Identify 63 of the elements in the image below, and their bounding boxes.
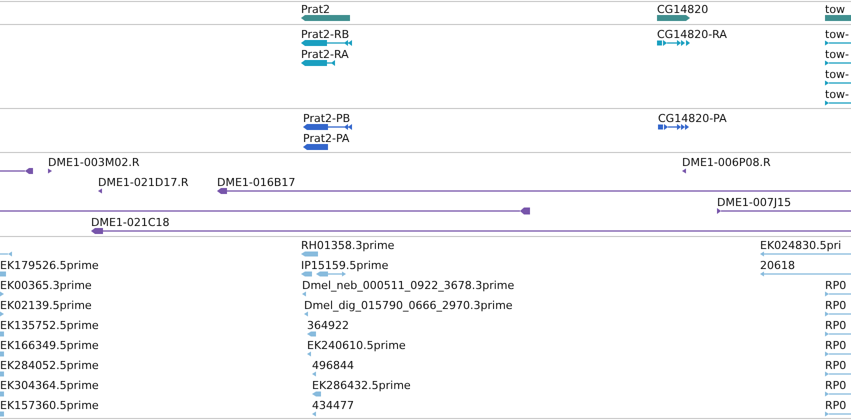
feature-glyph[interactable] — [825, 100, 851, 106]
feature-glyph[interactable] — [825, 80, 851, 86]
feature-label[interactable]: DME1-021C18 — [91, 216, 170, 229]
feature-label[interactable]: DME1-021D17.R — [98, 176, 188, 189]
feature-label[interactable]: RP0 — [825, 379, 846, 392]
feature-label[interactable]: EK286432.5prime — [312, 379, 411, 392]
feature-label[interactable]: CG14820 — [657, 3, 708, 16]
feature-label[interactable]: 434477 — [312, 399, 354, 412]
feature-glyph[interactable] — [657, 15, 690, 21]
feature-glyph[interactable] — [98, 188, 102, 194]
feature-label[interactable]: RP0 — [825, 279, 846, 292]
feature-glyph[interactable] — [301, 15, 350, 21]
feature-label[interactable]: EK024830.5pri — [760, 239, 842, 252]
feature-label[interactable]: EK157360.5prime — [0, 399, 99, 412]
feature-glyph[interactable] — [682, 168, 686, 174]
feature-label[interactable]: RP0 — [825, 299, 846, 312]
feature-glyph[interactable] — [658, 124, 689, 130]
feature-label[interactable]: EK304364.5prime — [0, 379, 99, 392]
feature-label[interactable]: tow- — [825, 48, 850, 61]
feature-label[interactable]: tow — [825, 3, 846, 16]
feature-label[interactable]: RP0 — [825, 399, 846, 412]
feature-label[interactable]: tow- — [825, 68, 850, 81]
feature-glyph[interactable] — [48, 168, 52, 174]
feature-label[interactable]: RP0 — [825, 359, 846, 372]
feature-label[interactable]: Dmel_dig_015790_0666_2970.3prime — [304, 299, 513, 312]
feature-label[interactable]: EK179526.5prime — [0, 259, 99, 272]
feature-label[interactable]: RP0 — [825, 339, 846, 352]
feature-glyph[interactable] — [825, 60, 851, 66]
feature-label[interactable]: DME1-006P08.R — [682, 156, 771, 169]
feature-label[interactable]: DME1-016B17 — [217, 176, 296, 189]
feature-label[interactable]: Prat2-PB — [303, 112, 350, 125]
feature-label[interactable]: tow- — [825, 28, 850, 41]
feature-glyph[interactable] — [303, 144, 328, 150]
feature-glyph[interactable] — [657, 40, 690, 46]
feature-label[interactable]: tow- — [825, 88, 850, 101]
feature-label[interactable]: 364922 — [307, 319, 349, 332]
feature-glyph[interactable] — [303, 124, 352, 130]
feature-label[interactable]: 496844 — [312, 359, 354, 372]
feature-glyph[interactable] — [91, 228, 851, 234]
feature-label[interactable]: Prat2-RA — [301, 48, 349, 61]
feature-label[interactable]: Prat2-PA — [303, 132, 350, 145]
feature-glyph[interactable] — [301, 40, 352, 46]
feature-label[interactable]: IP15159.5prime — [301, 259, 388, 272]
feature-label[interactable]: EK135752.5prime — [0, 319, 99, 332]
feature-label[interactable]: EK00365.3prime — [0, 279, 92, 292]
feature-label[interactable]: CG14820-PA — [658, 112, 727, 125]
feature-label[interactable]: Prat2 — [301, 3, 330, 16]
feature-label[interactable]: EK02139.5prime — [0, 299, 92, 312]
feature-label[interactable]: EK240610.5prime — [307, 339, 406, 352]
feature-label[interactable]: CG14820-RA — [657, 28, 727, 41]
feature-label[interactable]: 20618 — [760, 259, 795, 272]
feature-label[interactable]: EK284052.5prime — [0, 359, 99, 372]
feature-label[interactable]: Dmel_neb_000511_0922_3678.3prime — [302, 279, 514, 292]
feature-glyph[interactable] — [301, 60, 335, 66]
feature-glyph[interactable] — [825, 40, 851, 46]
feature-glyph[interactable] — [717, 208, 851, 214]
feature-label[interactable]: DME1-003M02.R — [48, 156, 140, 169]
feature-label[interactable]: RP0 — [825, 319, 846, 332]
feature-label[interactable]: Prat2-RB — [301, 28, 350, 41]
feature-glyph[interactable] — [217, 188, 851, 194]
feature-label[interactable]: DME1-007J15 — [717, 196, 792, 209]
feature-label[interactable]: EK166349.5prime — [0, 339, 99, 352]
feature-label[interactable]: RH01358.3prime — [301, 239, 394, 252]
